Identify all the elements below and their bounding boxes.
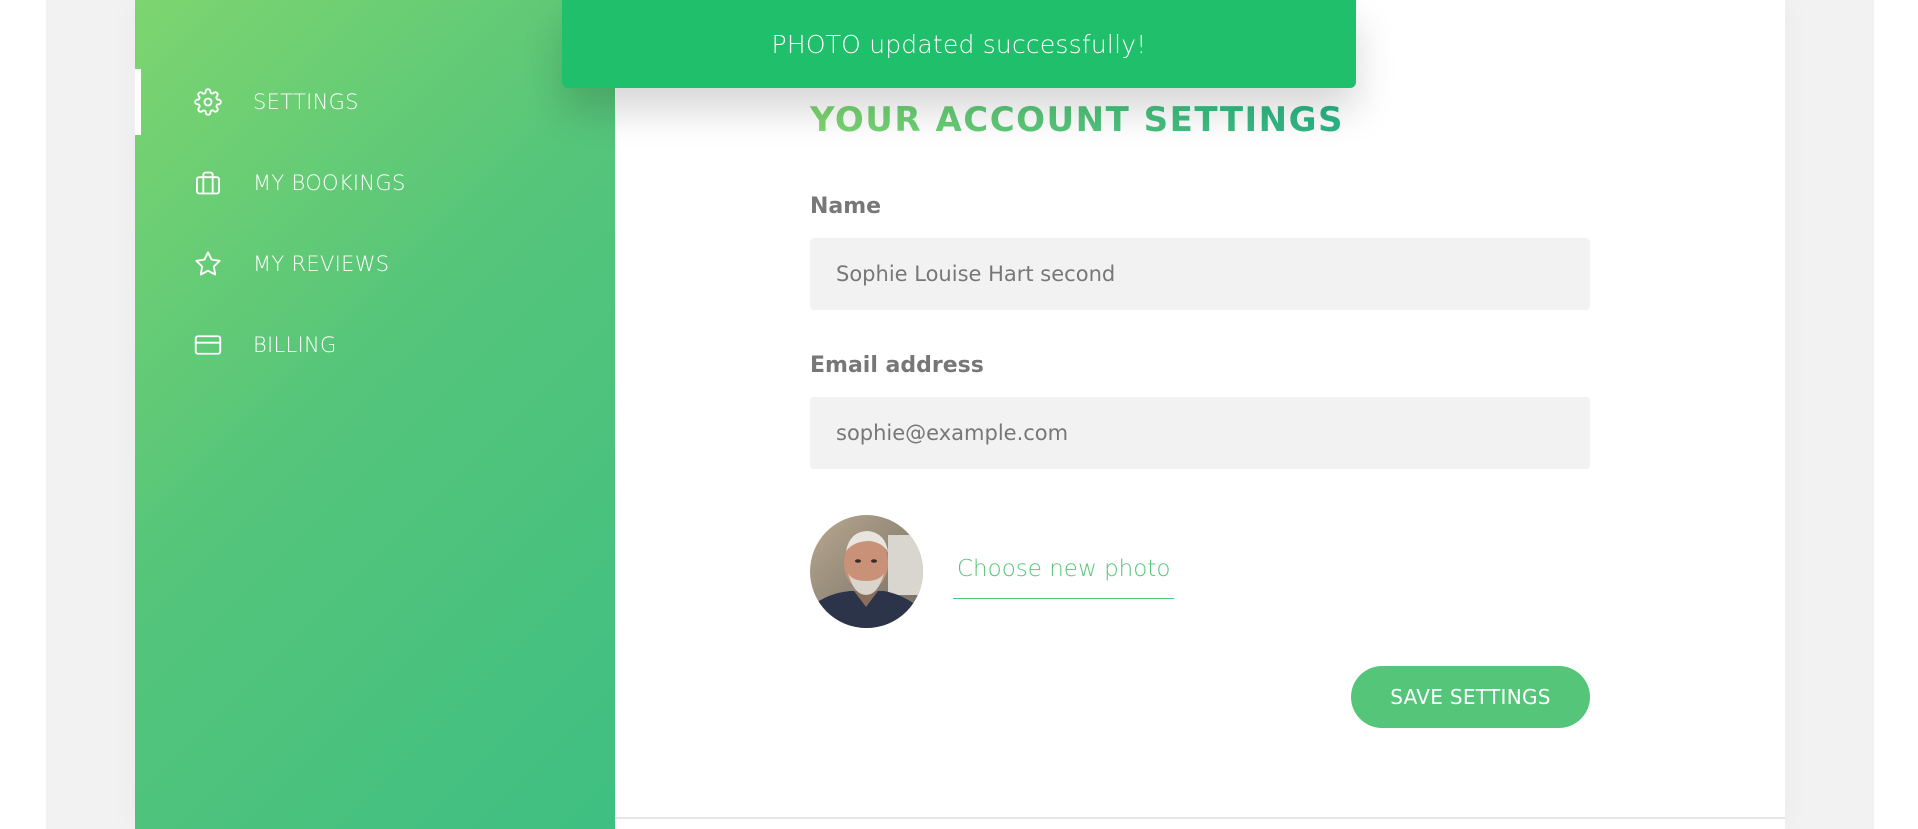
user-avatar	[810, 515, 923, 628]
sidebar-item-label: MY BOOKINGS	[253, 171, 406, 195]
sidebar-item-my-reviews[interactable]: MY REVIEWS	[135, 231, 615, 297]
star-icon	[193, 249, 223, 279]
success-toast: PHOTO updated successfully!	[562, 0, 1356, 88]
user-sidebar: SETTINGS MY BOOKINGS MY REVIEWS BILLING	[135, 0, 615, 829]
page-title: YOUR ACCOUNT SETTINGS	[810, 100, 1345, 140]
email-label: Email address	[810, 353, 984, 378]
email-input[interactable]	[810, 397, 1590, 469]
name-input[interactable]	[810, 238, 1590, 310]
sidebar-item-label: BILLING	[253, 333, 337, 357]
save-settings-button[interactable]: SAVE SETTINGS	[1351, 666, 1590, 728]
choose-photo-link[interactable]: Choose new photo	[953, 552, 1175, 599]
sidebar-item-billing[interactable]: BILLING	[135, 312, 615, 378]
sidebar-item-settings[interactable]: SETTINGS	[135, 69, 615, 135]
name-label: Name	[810, 194, 882, 219]
briefcase-icon	[193, 168, 223, 198]
toast-message: PHOTO updated successfully!	[771, 29, 1147, 59]
section-divider	[615, 817, 1785, 819]
settings-icon	[193, 87, 223, 117]
credit-card-icon	[193, 330, 223, 360]
sidebar-item-label: MY REVIEWS	[253, 252, 390, 276]
sidebar-item-label: SETTINGS	[253, 90, 359, 114]
sidebar-item-my-bookings[interactable]: MY BOOKINGS	[135, 150, 615, 216]
